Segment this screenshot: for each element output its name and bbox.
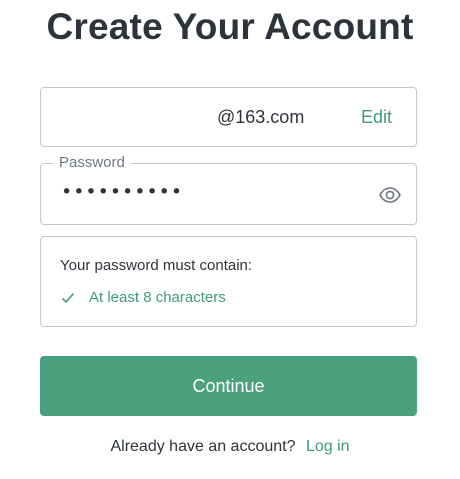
check-icon	[61, 291, 75, 305]
email-value: @163.com	[217, 107, 305, 127]
edit-email-link[interactable]: Edit	[361, 107, 392, 128]
signup-page: Create Your Account @163.com Edit Passwo…	[0, 0, 460, 479]
requirement-item: At least 8 characters	[61, 289, 226, 306]
login-prompt: Already have an account? Log in	[0, 438, 460, 456]
password-input[interactable]	[61, 181, 361, 203]
requirement-label: At least 8 characters	[89, 289, 226, 306]
password-label: Password	[53, 154, 131, 171]
login-prompt-text: Already have an account?	[110, 438, 296, 455]
login-link[interactable]: Log in	[306, 438, 350, 455]
eye-icon[interactable]	[378, 183, 402, 207]
page-title: Create Your Account	[46, 6, 414, 47]
email-display-field: @163.com Edit	[40, 87, 417, 147]
requirements-heading: Your password must contain:	[60, 257, 253, 274]
continue-button[interactable]: Continue	[40, 356, 417, 416]
password-field: Password	[40, 154, 417, 225]
password-requirements: Your password must contain: At least 8 c…	[40, 236, 417, 327]
